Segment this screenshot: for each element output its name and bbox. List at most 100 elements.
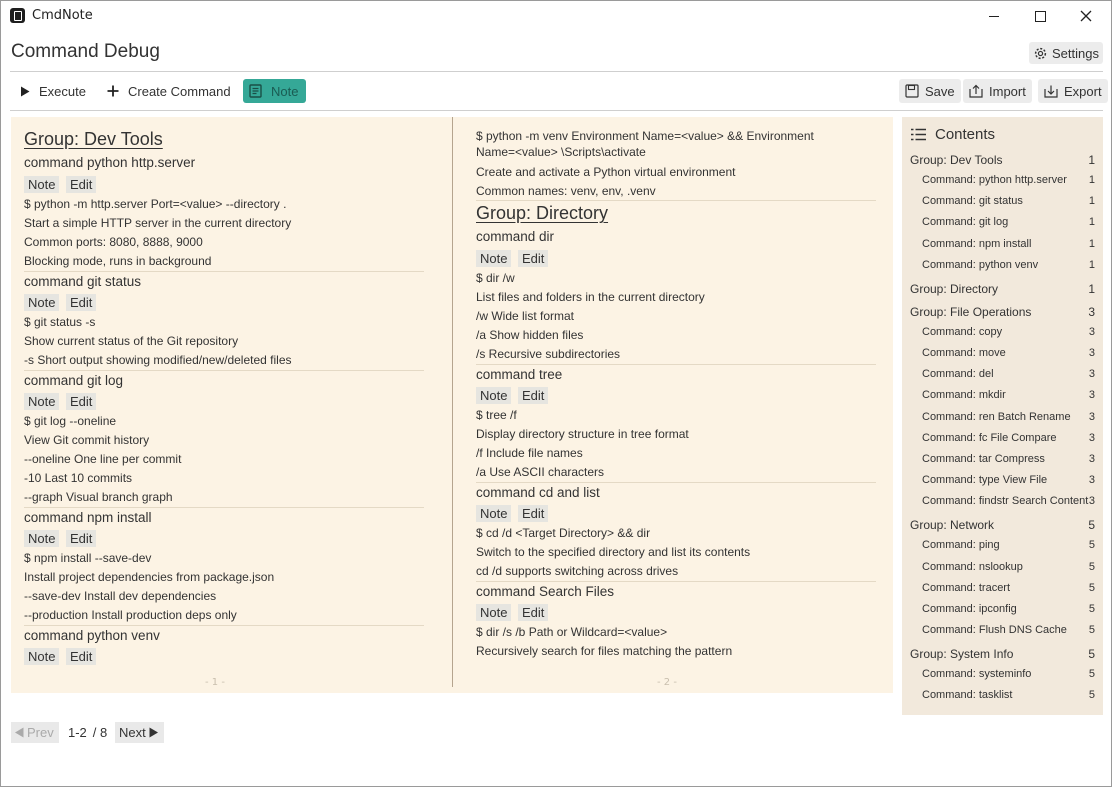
command-title: command tree xyxy=(476,367,563,382)
close-button[interactable] xyxy=(1063,1,1109,31)
toc-item-label: Command: mkdir xyxy=(922,389,1006,402)
command-description: Create and activate a Python virtual env… xyxy=(476,165,736,179)
toc-item-label: Command: systeminfo xyxy=(922,668,1032,681)
toc-item-label: Command: type View File xyxy=(922,474,1048,487)
toc-command-item[interactable]: Command: Flush DNS Cache 5 xyxy=(902,624,1103,644)
command-line: $ git log --oneline xyxy=(24,414,117,428)
command-line: $ git status -s xyxy=(24,315,96,329)
command-title: command dir xyxy=(476,229,555,244)
toc-item-label: Command: python http.server xyxy=(922,174,1067,186)
toc-group-item[interactable]: Group: Dev Tools 1 xyxy=(902,153,1103,173)
toc-command-item[interactable]: Command: del 3 xyxy=(902,368,1103,388)
import-label: Import xyxy=(989,83,1026,99)
command-detail: /a Use ASCII characters xyxy=(476,465,605,479)
command-separator xyxy=(476,581,876,582)
toc-command-item[interactable]: Command: systeminfo 5 xyxy=(902,668,1103,688)
command-separator xyxy=(476,364,876,365)
command-detail: --graph Visual branch graph xyxy=(24,490,173,504)
edit-button[interactable]: Edit xyxy=(66,530,97,547)
create-command-button[interactable]: Create Command xyxy=(101,79,237,103)
toc-command-item[interactable]: Command: move 3 xyxy=(902,347,1103,367)
create-command-label: Create Command xyxy=(128,83,231,99)
plus-icon xyxy=(107,85,119,97)
toc-command-item[interactable]: Command: python http.server 1 xyxy=(902,174,1103,194)
edit-button[interactable]: Edit xyxy=(518,604,549,621)
edit-button[interactable]: Edit xyxy=(518,387,549,404)
contents-panel: Contents Group: Dev Tools 1 Command: pytho… xyxy=(902,117,1103,715)
toc-group-item[interactable]: Group: System Info 5 xyxy=(902,647,1103,667)
command-detail: Common ports: 8080, 8888, 9000 xyxy=(24,235,203,249)
next-page-button[interactable]: Next xyxy=(115,722,164,743)
toc-command-item[interactable]: Command: git log 1 xyxy=(902,216,1103,236)
command-description: List files and folders in the current di… xyxy=(476,290,705,304)
note-button[interactable]: Note xyxy=(476,250,512,267)
edit-button[interactable]: Edit xyxy=(66,648,97,665)
export-button[interactable]: Export xyxy=(1038,79,1108,103)
note-button[interactable]: Note xyxy=(24,648,60,665)
execute-button[interactable]: Execute xyxy=(14,79,92,103)
toc-item-label: Command: npm install xyxy=(922,237,1032,250)
command-detail: /a Show hidden files xyxy=(476,328,584,342)
toc-command-item[interactable]: Command: copy 3 xyxy=(902,326,1103,346)
toc-command-item[interactable]: Command: nslookup 5 xyxy=(902,561,1103,581)
toc-command-item[interactable]: Command: npm install 1 xyxy=(902,238,1103,258)
command-detail: /f Include file names xyxy=(476,446,583,460)
toc-item-page: 3 xyxy=(1088,389,1095,402)
minimize-button[interactable] xyxy=(971,1,1017,31)
toc-item-page: 1 xyxy=(1088,237,1095,250)
settings-button[interactable]: Settings xyxy=(1029,42,1103,64)
command-description: Show current status of the Git repositor… xyxy=(24,334,239,348)
edit-button[interactable]: Edit xyxy=(518,505,549,522)
contents-title: Contents xyxy=(935,126,996,143)
toc-command-item[interactable]: Command: type View File 3 xyxy=(902,474,1103,494)
note-button[interactable]: Note xyxy=(476,387,512,404)
toc-item-label: Command: git status xyxy=(922,195,1023,208)
note-icon xyxy=(249,84,262,98)
save-button[interactable]: Save xyxy=(899,79,961,103)
toc-command-item[interactable]: Command: findstr Search Content 3 xyxy=(902,495,1103,515)
maximize-button[interactable] xyxy=(1017,1,1063,31)
page-range: 1-2 xyxy=(68,725,87,740)
toc-group-item[interactable]: Group: Network 5 xyxy=(902,518,1103,538)
command-separator xyxy=(24,271,424,272)
toc-command-item[interactable]: Command: git status 1 xyxy=(902,195,1103,215)
import-icon xyxy=(969,84,983,98)
prev-page-button[interactable]: Prev xyxy=(11,722,59,743)
toc-command-item[interactable]: Command: ping 5 xyxy=(902,539,1103,559)
toc-command-item[interactable]: Command: python venv 1 xyxy=(902,259,1103,279)
toc-command-item[interactable]: Command: tar Compress 3 xyxy=(902,453,1103,473)
edit-button[interactable]: Edit xyxy=(66,393,97,410)
command-line: $ cd /d <Target Directory> && dir xyxy=(476,526,651,540)
toc-command-item[interactable]: Command: fc File Compare 3 xyxy=(902,432,1103,452)
toc-item-page: 5 xyxy=(1088,603,1095,615)
export-icon xyxy=(1044,85,1058,98)
toc-item-label: Command: findstr Search Content xyxy=(922,495,1089,508)
command-title: command python http.server xyxy=(24,155,196,170)
import-button[interactable]: Import xyxy=(963,79,1032,103)
edit-button[interactable]: Edit xyxy=(66,176,97,193)
edit-button[interactable]: Edit xyxy=(518,250,549,267)
toc-item-label: Command: Flush DNS Cache xyxy=(922,624,1067,637)
note-mode-button[interactable]: Note xyxy=(243,79,306,103)
toc-group-item[interactable]: Group: Directory 1 xyxy=(902,282,1103,302)
toc-item-label: Command: move xyxy=(922,347,1006,359)
edit-button[interactable]: Edit xyxy=(66,294,97,311)
note-button[interactable]: Note xyxy=(476,604,512,621)
toc-command-item[interactable]: Command: tracert 5 xyxy=(902,582,1103,602)
note-button[interactable]: Note xyxy=(24,393,60,410)
note-button[interactable]: Note xyxy=(24,530,60,547)
toc-group-item[interactable]: Group: File Operations 3 xyxy=(902,305,1103,325)
toc-item-page: 5 xyxy=(1088,581,1095,594)
toc-command-item[interactable]: Command: tasklist 5 xyxy=(902,689,1103,709)
note-button[interactable]: Note xyxy=(24,294,60,311)
command-description: Install project dependencies from packag… xyxy=(24,570,275,584)
note-button[interactable]: Note xyxy=(476,505,512,522)
toc-command-item[interactable]: Command: ipconfig 5 xyxy=(902,603,1103,623)
command-detail: --save-dev Install dev dependencies xyxy=(24,589,217,603)
note-button[interactable]: Note xyxy=(24,176,60,193)
toc-command-item[interactable]: Command: mkdir 3 xyxy=(902,389,1103,409)
contents-header: Contents xyxy=(911,126,995,143)
note-mode-label: Note xyxy=(271,83,299,99)
toc-item-page: 5 xyxy=(1088,518,1095,533)
toc-command-item[interactable]: Command: ren Batch Rename 3 xyxy=(902,411,1103,431)
